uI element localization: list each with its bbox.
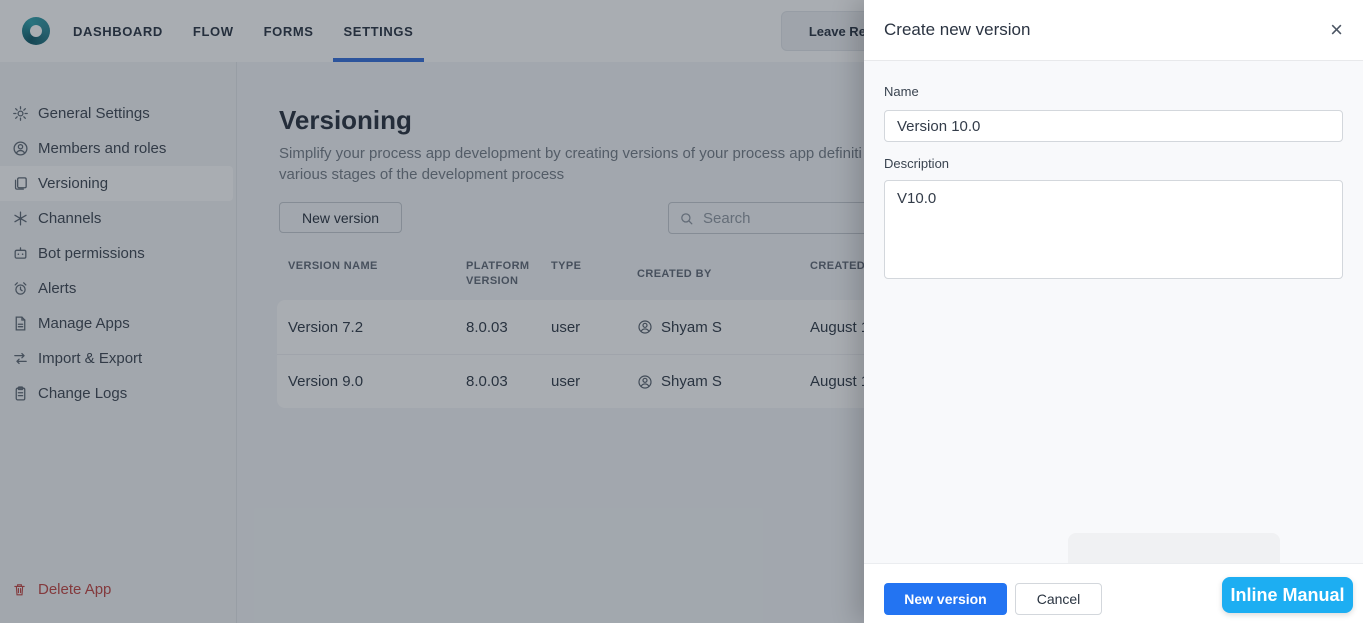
name-label: Name [884, 84, 919, 99]
cancel-button[interactable]: Cancel [1015, 583, 1102, 615]
close-icon[interactable]: × [1330, 19, 1343, 41]
description-label: Description [884, 156, 949, 171]
create-new-version-drawer: Create new version × Name Description V1… [864, 0, 1363, 623]
app-screen: DASHBOARD FLOW FORMS SETTINGS Leave Rec … [0, 0, 1363, 623]
name-field[interactable] [884, 110, 1343, 142]
drawer-title: Create new version [884, 20, 1030, 40]
submit-new-version-button[interactable]: New version [884, 583, 1007, 615]
drawer-header: Create new version × [864, 0, 1363, 61]
description-field[interactable]: V10.0 [884, 180, 1343, 279]
inline-manual-button[interactable]: Inline Manual [1222, 577, 1353, 613]
